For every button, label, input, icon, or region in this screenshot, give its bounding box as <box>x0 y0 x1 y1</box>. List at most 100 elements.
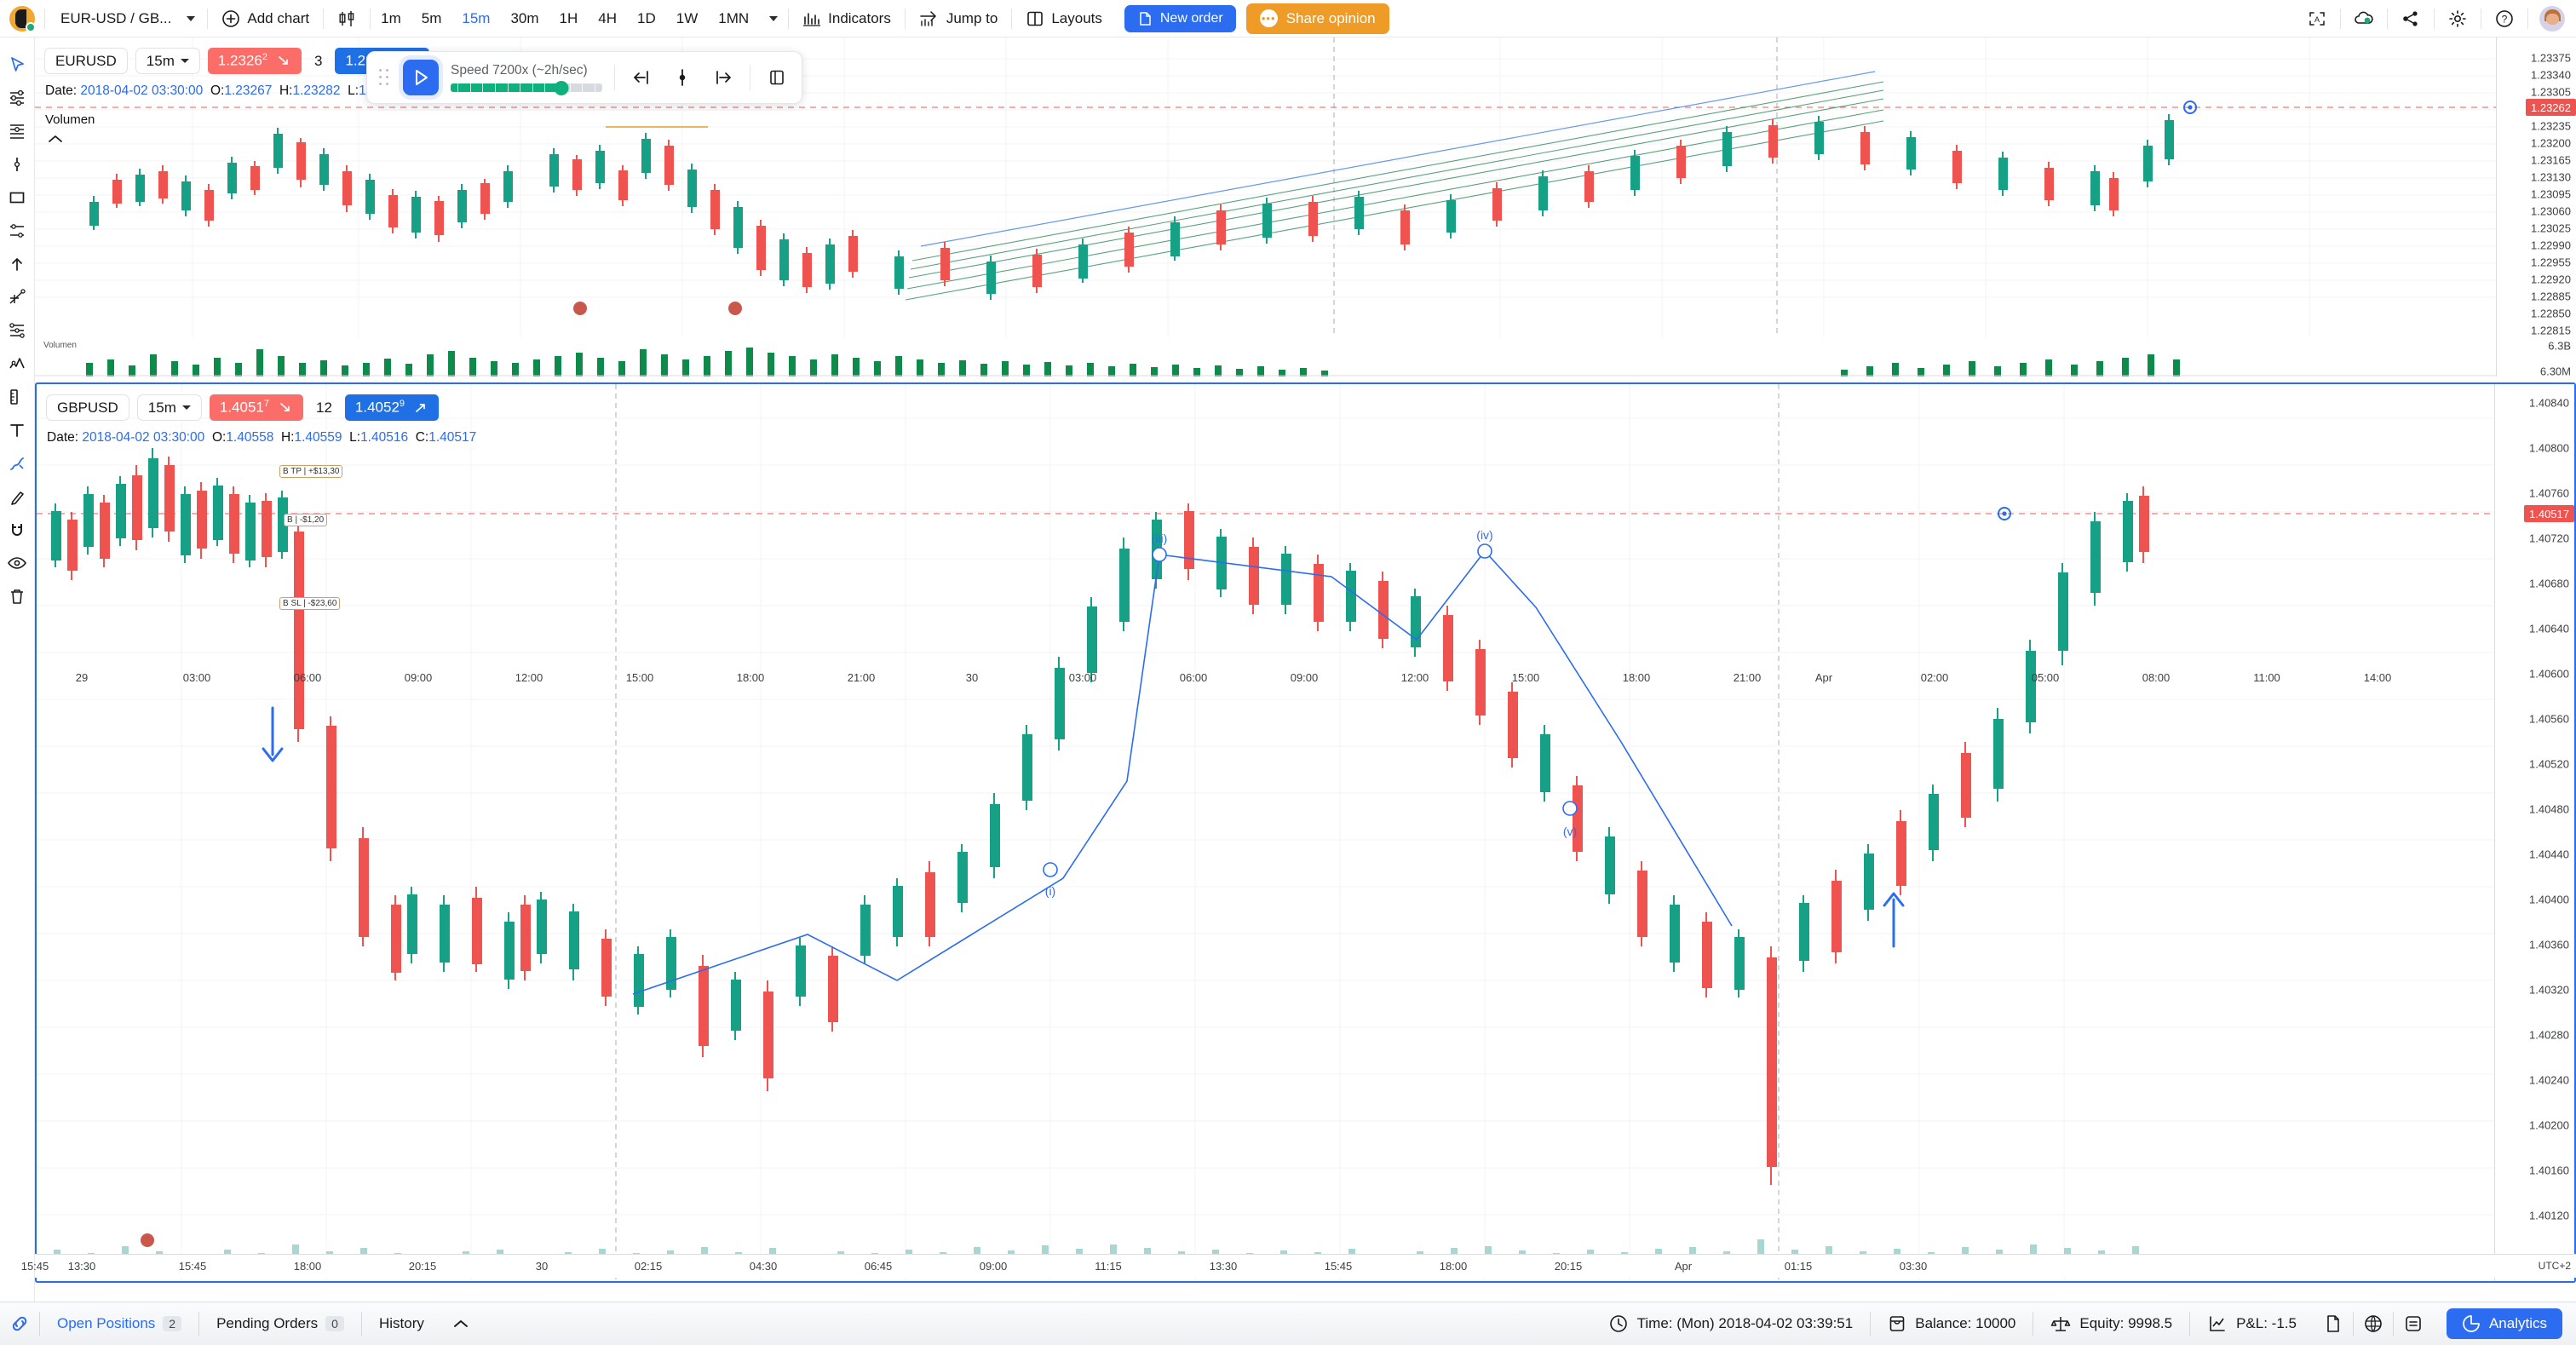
slider-knob[interactable] <box>554 81 568 95</box>
magnet-icon[interactable] <box>2 514 32 545</box>
timeframe-1d[interactable]: 1D <box>627 0 666 37</box>
play-button[interactable] <box>403 60 439 95</box>
channel-icon[interactable] <box>2 216 32 246</box>
price-tick: 1.22920 <box>2531 273 2571 286</box>
eurusd-sell-button[interactable]: 1.23262 <box>208 48 302 74</box>
price-tick: 1.22850 <box>2531 308 2571 320</box>
equity-label: Equity: 9998.5 <box>2079 1315 2172 1332</box>
arrow-up-icon[interactable] <box>2 249 32 279</box>
symbol-selector[interactable]: EUR-USD / GB... <box>45 0 207 37</box>
pause-bar-icon[interactable] <box>668 63 697 92</box>
timeframe-1m[interactable]: 1m <box>371 0 411 37</box>
speed-control[interactable]: Speed 7200x (~2h/sec) <box>451 63 602 93</box>
eurusd-timeframe-select[interactable]: 15m <box>135 48 200 74</box>
elliott-wave-icon[interactable] <box>2 348 32 379</box>
drag-handle[interactable] <box>377 66 391 89</box>
measure-icon[interactable] <box>2 382 32 412</box>
tab-open-positions[interactable]: Open Positions 2 <box>40 1315 198 1332</box>
eye-icon[interactable] <box>2 548 32 578</box>
share-icon[interactable] <box>2388 0 2434 37</box>
analytics-button[interactable]: Analytics <box>2447 1308 2562 1339</box>
text-icon[interactable] <box>2 415 32 445</box>
time-tick: 09:00 <box>405 671 433 684</box>
rectangle-icon[interactable] <box>2 182 32 213</box>
price-tick: 1.23130 <box>2531 171 2571 184</box>
link-icon[interactable] <box>0 1302 39 1345</box>
add-chart-button[interactable]: Add chart <box>208 0 323 37</box>
price-tick: 1.40520 <box>2529 758 2569 771</box>
order-marker-tp[interactable]: B TP | +$13,30 <box>279 465 342 478</box>
order-marker-entry[interactable]: B | -$1,20 <box>284 514 327 526</box>
volume-collapse-button[interactable] <box>47 133 64 149</box>
new-order-icon <box>1137 11 1153 26</box>
brush-icon[interactable] <box>2 448 32 479</box>
help-icon[interactable]: ? <box>2481 0 2527 37</box>
timeframe-1w[interactable]: 1W <box>666 0 709 37</box>
step-back-icon[interactable] <box>627 63 656 92</box>
eurusd-symbol-button[interactable]: EURUSD <box>44 48 128 74</box>
candlestick-icon[interactable] <box>324 0 370 37</box>
open-value: 1.40558 <box>226 430 273 445</box>
time-tick: 15:00 <box>626 671 654 684</box>
high-label: H: <box>279 83 293 98</box>
order-marker-sl[interactable]: B SL | -$23,60 <box>279 597 340 610</box>
timeframe-15m[interactable]: 15m <box>451 0 500 37</box>
price-tick: 1.22990 <box>2531 239 2571 252</box>
fib-tools-icon[interactable] <box>2 116 32 147</box>
playback-panel[interactable]: Speed 7200x (~2h/sec) <box>366 51 802 104</box>
jump-to-button[interactable]: Jump to <box>906 0 1011 37</box>
timeframe-1h[interactable]: 1H <box>549 0 589 37</box>
timeframe-dropdown-button[interactable] <box>759 0 788 37</box>
cursor-icon[interactable] <box>2 49 32 80</box>
trendline-tools-icon[interactable] <box>2 83 32 113</box>
clock-icon <box>1608 1313 1629 1334</box>
price-tick: 1.40680 <box>2529 578 2569 590</box>
indicators-button[interactable]: Indicators <box>789 0 905 37</box>
tab-history[interactable]: History <box>362 1315 441 1332</box>
gbpusd-plot[interactable]: (iii) (iv) (v) (i) <box>37 384 2494 1281</box>
balance-display: Balance: 10000 <box>1871 1313 2033 1334</box>
gbpusd-sell-button[interactable]: 1.40517 <box>210 394 303 421</box>
time-tick: 09:00 <box>1291 671 1319 684</box>
eurusd-event-markers <box>573 302 742 315</box>
timeframe-1mn[interactable]: 1MN <box>708 0 759 37</box>
cloud-icon[interactable] <box>2341 0 2387 37</box>
document-icon[interactable] <box>2314 1302 2353 1345</box>
timeframe-4h[interactable]: 4H <box>588 0 627 37</box>
gbpusd-timeframe-select[interactable]: 15m <box>137 394 202 421</box>
pitchfork-icon[interactable] <box>2 282 32 313</box>
layouts-button[interactable]: Layouts <box>1012 0 1116 37</box>
gbpusd-chart-header: GBPUSD 15m 1.40517 12 1.40529 <box>46 394 439 421</box>
speed-slider[interactable] <box>451 83 602 93</box>
step-forward-icon[interactable] <box>709 63 738 92</box>
share-opinion-button[interactable]: ••• Share opinion <box>1246 3 1389 34</box>
chart-panel-gbpusd[interactable]: (iii) (iv) (v) (i) <box>35 382 2576 1283</box>
gbpusd-symbol-button[interactable]: GBPUSD <box>46 394 129 421</box>
fullscreen-icon[interactable]: A <box>2294 0 2340 37</box>
tab-pending-orders[interactable]: Pending Orders 0 <box>199 1315 361 1332</box>
collapse-panel-button[interactable] <box>441 1302 480 1345</box>
chart-panel-eurusd[interactable]: 1.23375 1.23340 1.23305 1.23270 1.23235 … <box>35 37 2576 337</box>
highlighter-icon[interactable] <box>2 481 32 512</box>
open-positions-label: Open Positions <box>57 1315 155 1332</box>
gear-icon[interactable] <box>2435 0 2481 37</box>
list-icon[interactable] <box>2394 1302 2433 1345</box>
volume-subchart[interactable]: Volumen 6.3B 6.30M <box>35 337 2576 376</box>
gbpusd-buy-button[interactable]: 1.40529 <box>345 394 439 421</box>
speed-label: Speed 7200x (~2h/sec) <box>451 63 602 78</box>
export-icon[interactable] <box>762 63 791 92</box>
trash-icon[interactable] <box>2 581 32 612</box>
price-tick: 1.40160 <box>2529 1164 2569 1177</box>
new-order-button[interactable]: New order <box>1124 5 1236 32</box>
pattern-icon[interactable] <box>2 315 32 346</box>
gbpusd-price-axis[interactable]: 1.40840 1.40800 1.40760 1.40720 1.40680 … <box>2494 384 2574 1281</box>
timeframe-30m[interactable]: 30m <box>500 0 549 37</box>
app-logo[interactable] <box>0 6 44 32</box>
globe-icon[interactable] <box>2354 1302 2393 1345</box>
eurusd-price-axis[interactable]: 1.23375 1.23340 1.23305 1.23270 1.23235 … <box>2496 37 2576 337</box>
time-axis[interactable]: 13:30 15:45 15:45 18:00 20:15 30 02:15 0… <box>35 1254 2576 1278</box>
arrow-up-right-icon <box>414 400 428 415</box>
vertical-line-icon[interactable] <box>2 149 32 180</box>
timeframe-5m[interactable]: 5m <box>411 0 452 37</box>
avatar[interactable] <box>2528 0 2576 37</box>
